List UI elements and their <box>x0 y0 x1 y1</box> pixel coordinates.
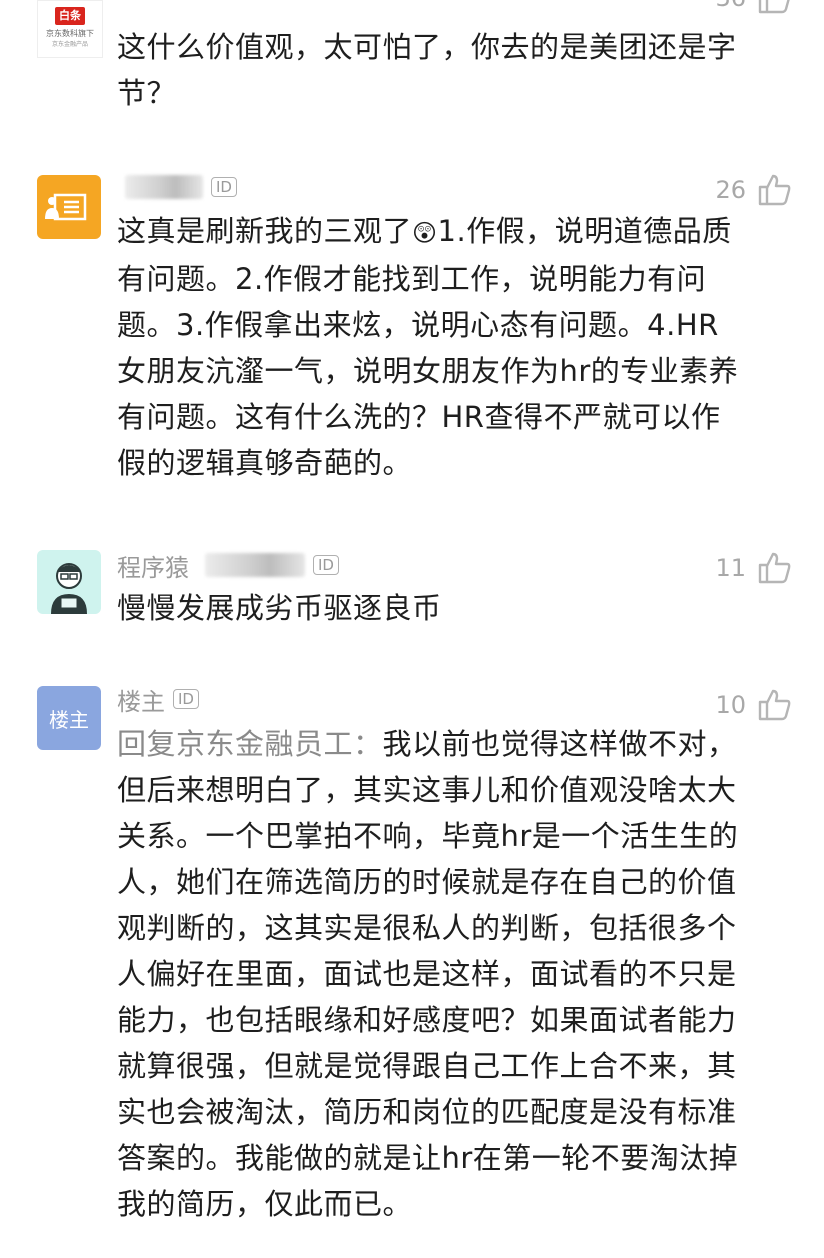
reply-to-label[interactable]: 回复京东金融员工： <box>117 727 383 761</box>
avatar-programmer[interactable] <box>37 550 101 614</box>
username-blurred <box>125 175 203 199</box>
id-badge: ID <box>173 689 199 709</box>
comment-text: 这什么价值观，太可怕了，你去的是美团还是字节？ <box>117 30 737 110</box>
avatar-jd-baitiao[interactable]: 白条 京东数科旗下 京东金融产品 <box>37 0 103 58</box>
comment-text-part: 1.作假，说明道德品质有问题。2.作假才能找到工作，说明能力有问题。3.作假拿出… <box>117 214 739 480</box>
astonished-emoji-icon: 😲 <box>412 219 438 247</box>
id-badge: ID <box>211 177 237 197</box>
thumbs-up-icon <box>758 552 791 584</box>
comment-meta: 楼主 ID <box>117 682 199 717</box>
comment-text: 慢慢发展成劣币驱逐良币 <box>117 591 442 625</box>
thumbs-up-icon <box>758 174 791 206</box>
comment-text-part: 我以前也觉得这样做不对，但后来想明白了，其实这事儿和价值观没啥太大关系。一个巴掌… <box>117 727 739 1221</box>
comment-text-part: 这真是刷新我的三观了 <box>117 214 413 248</box>
username[interactable]: 楼主 <box>117 682 165 717</box>
like-button[interactable]: 11 <box>715 550 792 586</box>
avatar-caption-small: 京东金融产品 <box>51 41 88 48</box>
username-blurred <box>205 553 305 577</box>
programmer-avatar-icon <box>51 563 87 614</box>
like-count: 26 <box>715 176 746 204</box>
avatar-op[interactable]: 楼主 <box>37 686 101 750</box>
thumbs-up-icon <box>758 689 791 721</box>
thumbs-up-icon <box>758 0 790 14</box>
like-button[interactable]: 10 <box>715 687 792 723</box>
like-button[interactable]: 36 <box>715 0 792 16</box>
avatar-label: 楼主 <box>49 707 89 732</box>
avatar-id-card[interactable] <box>37 175 101 239</box>
comment-meta: 程序猿 ID <box>117 548 339 583</box>
comment-text: 这真是刷新我的三观了😲1.作假，说明道德品质有问题。2.作假才能找到工作，说明能… <box>117 208 747 486</box>
like-count: 10 <box>715 691 746 719</box>
comment-meta: ID <box>117 172 237 202</box>
username[interactable]: 程序猿 <box>117 548 189 583</box>
baitiao-logo: 白条 <box>55 7 85 25</box>
id-badge: ID <box>313 555 339 575</box>
avatar-caption: 京东数科旗下 <box>46 29 94 38</box>
like-count: 36 <box>715 0 746 12</box>
like-button[interactable]: 26 <box>715 172 792 208</box>
like-count: 11 <box>715 554 746 582</box>
comment-text: 回复京东金融员工：我以前也觉得这样做不对，但后来想明白了，其实这事儿和价值观没啥… <box>117 721 747 1227</box>
id-card-icon <box>45 193 87 221</box>
